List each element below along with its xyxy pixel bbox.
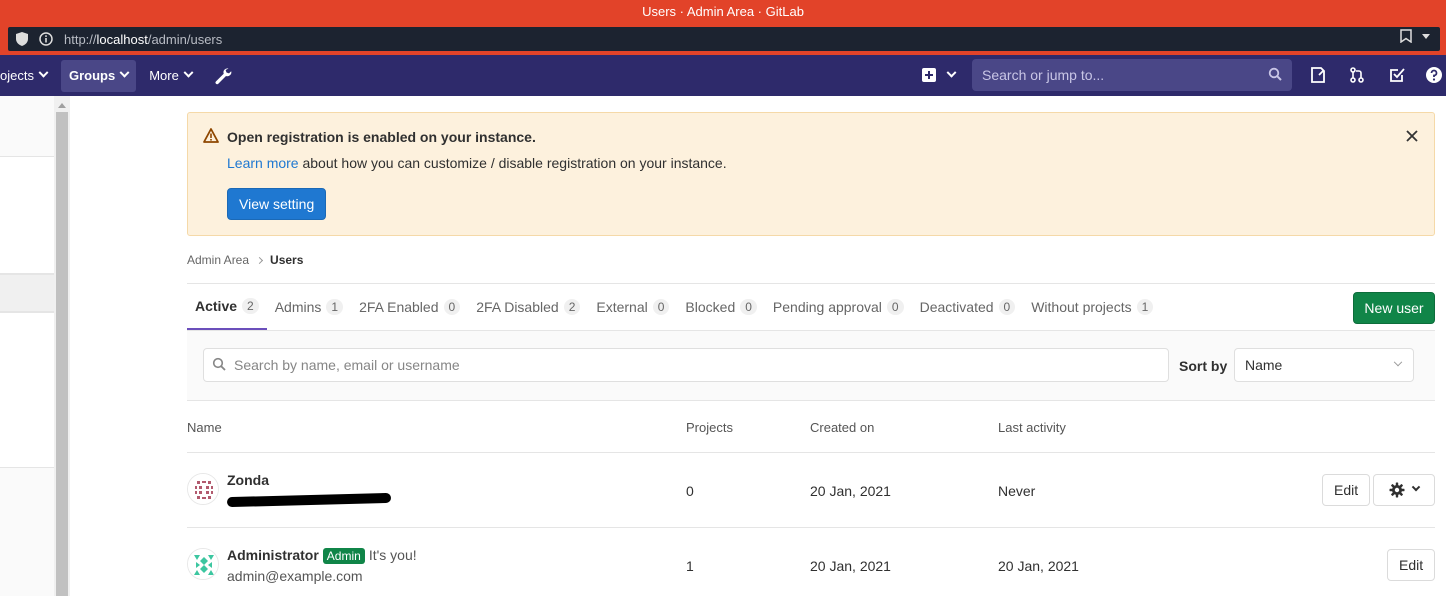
learn-more-link[interactable]: Learn more bbox=[227, 155, 299, 171]
count-badge: 0 bbox=[740, 299, 757, 315]
breadcrumb-admin-area[interactable]: Admin Area bbox=[187, 253, 249, 267]
chevron-down-icon[interactable] bbox=[1420, 29, 1432, 46]
sort-label: Sort by bbox=[1179, 358, 1228, 374]
tab-active[interactable]: Active 2 bbox=[187, 284, 267, 330]
nav-more[interactable]: More bbox=[141, 60, 200, 92]
chevron-down-icon bbox=[119, 67, 130, 78]
chevron-down-icon bbox=[1411, 482, 1421, 492]
help-icon[interactable] bbox=[1424, 65, 1444, 85]
address-bar[interactable]: http://localhost/admin/users bbox=[8, 27, 1440, 51]
count-badge: 2 bbox=[563, 299, 581, 315]
header-projects: Projects bbox=[686, 420, 733, 435]
its-you-label: It's you! bbox=[368, 547, 417, 563]
user-actions-dropdown[interactable] bbox=[1373, 474, 1435, 506]
new-user-button[interactable]: New user bbox=[1353, 292, 1435, 324]
scrollbar-thumb[interactable] bbox=[56, 112, 68, 596]
edit-button[interactable]: Edit bbox=[1387, 549, 1436, 581]
gear-icon bbox=[1389, 482, 1405, 498]
new-dropdown[interactable] bbox=[918, 65, 958, 85]
view-setting-button[interactable]: View setting bbox=[227, 188, 327, 220]
count-badge: 0 bbox=[886, 299, 904, 315]
top-navbar: ojects Groups More Search or jump to... bbox=[0, 55, 1446, 96]
todos-icon[interactable] bbox=[1387, 65, 1407, 85]
table-row: Zonda 0 20 Jan, 2021 Never Edit bbox=[187, 453, 1435, 528]
chevron-down-icon bbox=[38, 67, 49, 78]
alert-title: Open registration is enabled on your ins… bbox=[227, 129, 536, 145]
count-badge: 0 bbox=[998, 299, 1016, 315]
tab-2fa-disabled[interactable]: 2FA Disabled 2 bbox=[468, 284, 588, 330]
user-name-row: Administrator Admin It's you! bbox=[227, 547, 417, 564]
sidebar-item[interactable] bbox=[0, 312, 54, 468]
window-title: Users · Admin Area · GitLab bbox=[0, 0, 1446, 24]
users-table-header: Name Projects Created on Last activity bbox=[187, 402, 1435, 453]
user-search-field[interactable] bbox=[203, 348, 1169, 382]
last-activity: 20 Jan, 2021 bbox=[998, 558, 1079, 574]
alert-body: Learn more about how you can customize /… bbox=[227, 155, 727, 171]
count-badge: 0 bbox=[443, 299, 461, 315]
sort-value: Name bbox=[1245, 357, 1283, 373]
tab-2fa-enabled[interactable]: 2FA Enabled 0 bbox=[351, 284, 468, 330]
info-icon[interactable] bbox=[36, 29, 56, 49]
count-badge: 2 bbox=[242, 298, 259, 314]
issues-icon[interactable] bbox=[1308, 65, 1328, 85]
user-name[interactable]: Administrator bbox=[227, 547, 319, 563]
user-search-input[interactable] bbox=[234, 357, 1134, 373]
scroll-up-icon[interactable] bbox=[54, 98, 70, 112]
browser-url-bar: http://localhost/admin/users bbox=[0, 24, 1446, 55]
projects-count: 1 bbox=[686, 558, 694, 574]
created-on: 20 Jan, 2021 bbox=[810, 483, 891, 499]
tab-deactivated[interactable]: Deactivated 0 bbox=[912, 284, 1024, 330]
count-badge: 1 bbox=[1136, 299, 1154, 315]
count-badge: 0 bbox=[652, 299, 670, 315]
count-badge: 1 bbox=[326, 299, 344, 315]
nav-projects[interactable]: ojects bbox=[0, 60, 55, 92]
breadcrumb-current[interactable]: Users bbox=[270, 253, 303, 267]
redacted-email bbox=[226, 492, 392, 508]
sidebar-item-active[interactable] bbox=[0, 274, 54, 312]
chevron-down-icon bbox=[946, 67, 956, 78]
url-text[interactable]: http://localhost/admin/users bbox=[64, 32, 222, 47]
header-last-activity: Last activity bbox=[998, 420, 1066, 435]
admin-sidebar bbox=[0, 96, 70, 596]
tab-pending-approval[interactable]: Pending approval 0 bbox=[765, 284, 912, 330]
admin-wrench-icon[interactable] bbox=[206, 60, 240, 92]
merge-requests-icon[interactable] bbox=[1347, 65, 1367, 85]
bookmark-icon[interactable] bbox=[1400, 29, 1412, 46]
chevron-down-icon bbox=[183, 67, 194, 78]
tab-admins[interactable]: Admins 1 bbox=[267, 284, 351, 330]
tab-external[interactable]: External 0 bbox=[588, 284, 677, 330]
warning-icon bbox=[203, 128, 219, 146]
table-row: Administrator Admin It's you! admin@exampl… bbox=[187, 528, 1436, 596]
shield-icon[interactable] bbox=[12, 29, 32, 49]
header-created-on: Created on bbox=[810, 420, 875, 435]
edit-button[interactable]: Edit bbox=[1322, 474, 1371, 506]
breadcrumb: Admin Area Users bbox=[187, 253, 303, 267]
tab-blocked[interactable]: Blocked 0 bbox=[677, 284, 765, 330]
registration-alert: Open registration is enabled on your ins… bbox=[187, 112, 1435, 236]
sidebar-item[interactable] bbox=[0, 156, 54, 274]
tab-without-projects[interactable]: Without projects 1 bbox=[1023, 284, 1161, 330]
user-filter-tabs: Active 2 Admins 1 2FA Enabled 0 2FA Disable… bbox=[187, 284, 1161, 330]
avatar[interactable] bbox=[187, 548, 219, 580]
sidebar-scrollbar[interactable] bbox=[54, 96, 70, 596]
header-name: Name bbox=[187, 420, 222, 435]
search-icon bbox=[1268, 67, 1282, 84]
admin-badge: Admin bbox=[322, 548, 365, 564]
last-activity: Never bbox=[998, 483, 1036, 499]
chevron-down-icon bbox=[1393, 357, 1403, 367]
close-icon[interactable] bbox=[1406, 127, 1418, 145]
plus-square-icon bbox=[921, 68, 936, 82]
sort-dropdown[interactable]: Name bbox=[1234, 348, 1414, 382]
search-icon bbox=[212, 357, 226, 374]
created-on: 20 Jan, 2021 bbox=[810, 558, 891, 574]
filter-bar: Sort by Name bbox=[187, 331, 1435, 401]
nav-groups[interactable]: Groups bbox=[60, 59, 137, 92]
avatar[interactable] bbox=[187, 473, 219, 505]
global-search-input[interactable]: Search or jump to... bbox=[972, 59, 1292, 91]
user-email: admin@example.com bbox=[227, 568, 363, 584]
chevron-right-icon bbox=[256, 256, 264, 264]
user-name[interactable]: Zonda bbox=[227, 472, 269, 488]
projects-count: 0 bbox=[686, 483, 694, 499]
